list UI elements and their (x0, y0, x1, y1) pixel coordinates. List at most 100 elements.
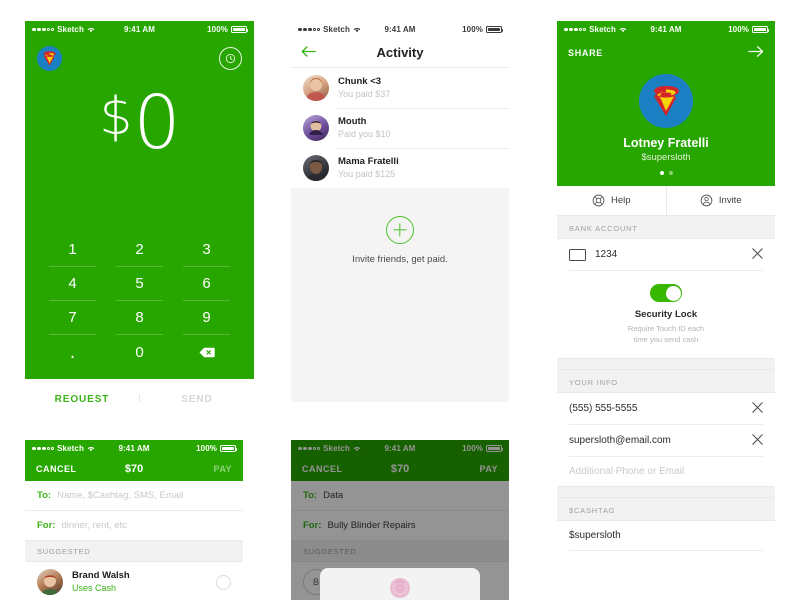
activity-history-button[interactable] (219, 47, 242, 70)
list-item[interactable]: Brand Walsh Uses Cash (25, 562, 243, 600)
key-9[interactable]: 9 (183, 301, 230, 335)
security-lock-toggle[interactable] (650, 284, 682, 302)
list-item-text: Chunk <3 You paid $37 (338, 76, 390, 101)
cancel-button[interactable]: CANCEL (36, 464, 125, 474)
email-value[interactable]: supersloth@email.com (569, 435, 743, 446)
right-arrow-icon[interactable] (748, 44, 764, 62)
status-bar-right: 100% (682, 25, 770, 34)
phone-value[interactable]: (555) 555-5555 (569, 403, 743, 414)
carrier-label: Sketch (323, 25, 350, 34)
superman-logo-icon (43, 51, 56, 66)
key-2[interactable]: 2 (116, 233, 163, 267)
share-button[interactable]: SHARE (568, 48, 603, 58)
select-radio[interactable] (216, 574, 231, 590)
battery-percent-label: 100% (207, 25, 228, 34)
currency-symbol: $ (99, 87, 132, 147)
payment-nav-bar: CANCEL $70 PAY (25, 457, 243, 481)
list-item-text: Mama Fratelli You paid $125 (338, 156, 399, 181)
superman-logo-avatar[interactable] (639, 74, 693, 128)
help-label: Help (610, 195, 631, 206)
send-button[interactable]: SEND (140, 394, 254, 403)
request-button[interactable]: REQUEST (25, 393, 140, 402)
fingerprint-icon[interactable] (390, 578, 410, 598)
keypad-top-bar (25, 38, 254, 71)
status-bar-left: Sketch (32, 25, 124, 34)
additional-contact-placeholder[interactable]: Additional Phone or Email (569, 466, 763, 477)
your-info-section-header: YOUR INFO (557, 369, 775, 393)
security-lock-subtitle: Require Touch ID each time you send cash (627, 324, 705, 344)
screen-payment-touchid: Sketch 9:41 AM 100% CANCEL $70 PAY To: D… (291, 440, 509, 600)
status-bar-time: 9:41 AM (118, 444, 150, 453)
status-bar-left: Sketch (298, 25, 384, 34)
status-bar: Sketch 9:41 AM 100% (25, 440, 243, 457)
page-indicator-dots (557, 171, 775, 175)
photo-avatar-brand-walsh (37, 569, 63, 595)
battery-icon (486, 26, 504, 33)
screen-cash-keypad: Sketch 9:41 AM 100% $0 1 2 3 4 5 6 7 8 9… (25, 21, 254, 402)
battery-icon (752, 26, 770, 33)
for-input[interactable]: dinner, rent, etc (61, 520, 126, 531)
battery-icon (231, 26, 249, 33)
carrier-label: Sketch (589, 25, 616, 34)
photo-avatar-chunk (303, 75, 329, 101)
list-item[interactable]: Chunk <3 You paid $37 (291, 68, 509, 108)
key-decimal[interactable]: . (49, 335, 96, 369)
invite-button[interactable]: Invite (665, 186, 776, 215)
status-bar-right: 100% (155, 25, 249, 34)
battery-percent-label: 100% (462, 25, 483, 34)
numeric-keypad: 1 2 3 4 5 6 7 8 9 . 0 (25, 233, 254, 369)
status-bar-time: 9:41 AM (650, 25, 682, 34)
phone-row[interactable]: (555) 555-5555 (557, 393, 775, 424)
cashtag-row[interactable]: $supersloth (557, 521, 775, 550)
key-1[interactable]: 1 (49, 233, 96, 267)
activity-name: Chunk <3 (338, 75, 382, 87)
invite-friends-block[interactable]: Invite friends, get paid. (291, 188, 509, 299)
key-8[interactable]: 8 (116, 301, 163, 335)
security-lock-title: Security Lock (634, 309, 698, 320)
superman-logo-icon (654, 86, 679, 116)
to-input[interactable]: Name, $Cashtag, SMS, Email (57, 490, 183, 501)
key-3[interactable]: 3 (183, 233, 230, 267)
email-row[interactable]: supersloth@email.com (557, 425, 775, 456)
profile-cashtag: $supersloth (641, 152, 691, 163)
superman-logo-avatar[interactable] (37, 46, 62, 71)
to-field[interactable]: To: Name, $Cashtag, SMS, Email (25, 481, 243, 511)
status-bar-left: Sketch (564, 25, 650, 34)
wifi-icon (353, 27, 361, 33)
plus-circle-icon[interactable] (386, 216, 414, 244)
photo-avatar-mama-fratelli (303, 155, 329, 181)
pay-button[interactable]: PAY (143, 464, 232, 474)
status-bar: Sketch 9:41 AM 100% (25, 21, 254, 38)
screen-profile-settings: Sketch 9:41 AM 100% SHARE Lotney Fratell… (557, 21, 775, 584)
additional-contact-row[interactable]: Additional Phone or Email (557, 457, 775, 486)
divider (569, 549, 763, 551)
to-label: To: (37, 490, 52, 501)
person-circle-icon (700, 194, 713, 207)
key-6[interactable]: 6 (183, 267, 230, 301)
list-item[interactable]: Mouth Paid you $10 (291, 108, 509, 148)
payment-amount: $70 (124, 463, 144, 475)
key-5[interactable]: 5 (116, 267, 163, 301)
key-delete[interactable] (183, 335, 230, 369)
activity-detail: Paid you $10 (338, 129, 391, 140)
cashtag-value[interactable]: $supersloth (569, 530, 763, 541)
key-4[interactable]: 4 (49, 267, 96, 301)
page-title: Activity (376, 45, 424, 60)
list-item[interactable]: Mama Fratelli You paid $125 (291, 148, 509, 188)
close-x-icon[interactable] (752, 248, 763, 261)
signal-dots-icon (32, 27, 55, 32)
suggested-name: Brand Walsh (72, 569, 130, 581)
battery-icon (220, 445, 238, 452)
profile-action-row: Help Invite (557, 186, 775, 216)
key-0[interactable]: 0 (116, 335, 163, 369)
status-bar: Sketch 9:41 AM 100% (557, 21, 775, 38)
close-x-icon[interactable] (752, 402, 763, 415)
close-x-icon[interactable] (752, 434, 763, 447)
key-7[interactable]: 7 (49, 301, 96, 335)
bank-account-row[interactable]: 1234 (557, 239, 775, 270)
status-bar-right: 100% (416, 25, 504, 34)
activity-name: Mouth (338, 115, 367, 127)
back-arrow-icon[interactable] (301, 44, 316, 62)
for-field[interactable]: For: dinner, rent, etc (25, 511, 243, 541)
help-button[interactable]: Help (557, 186, 666, 215)
